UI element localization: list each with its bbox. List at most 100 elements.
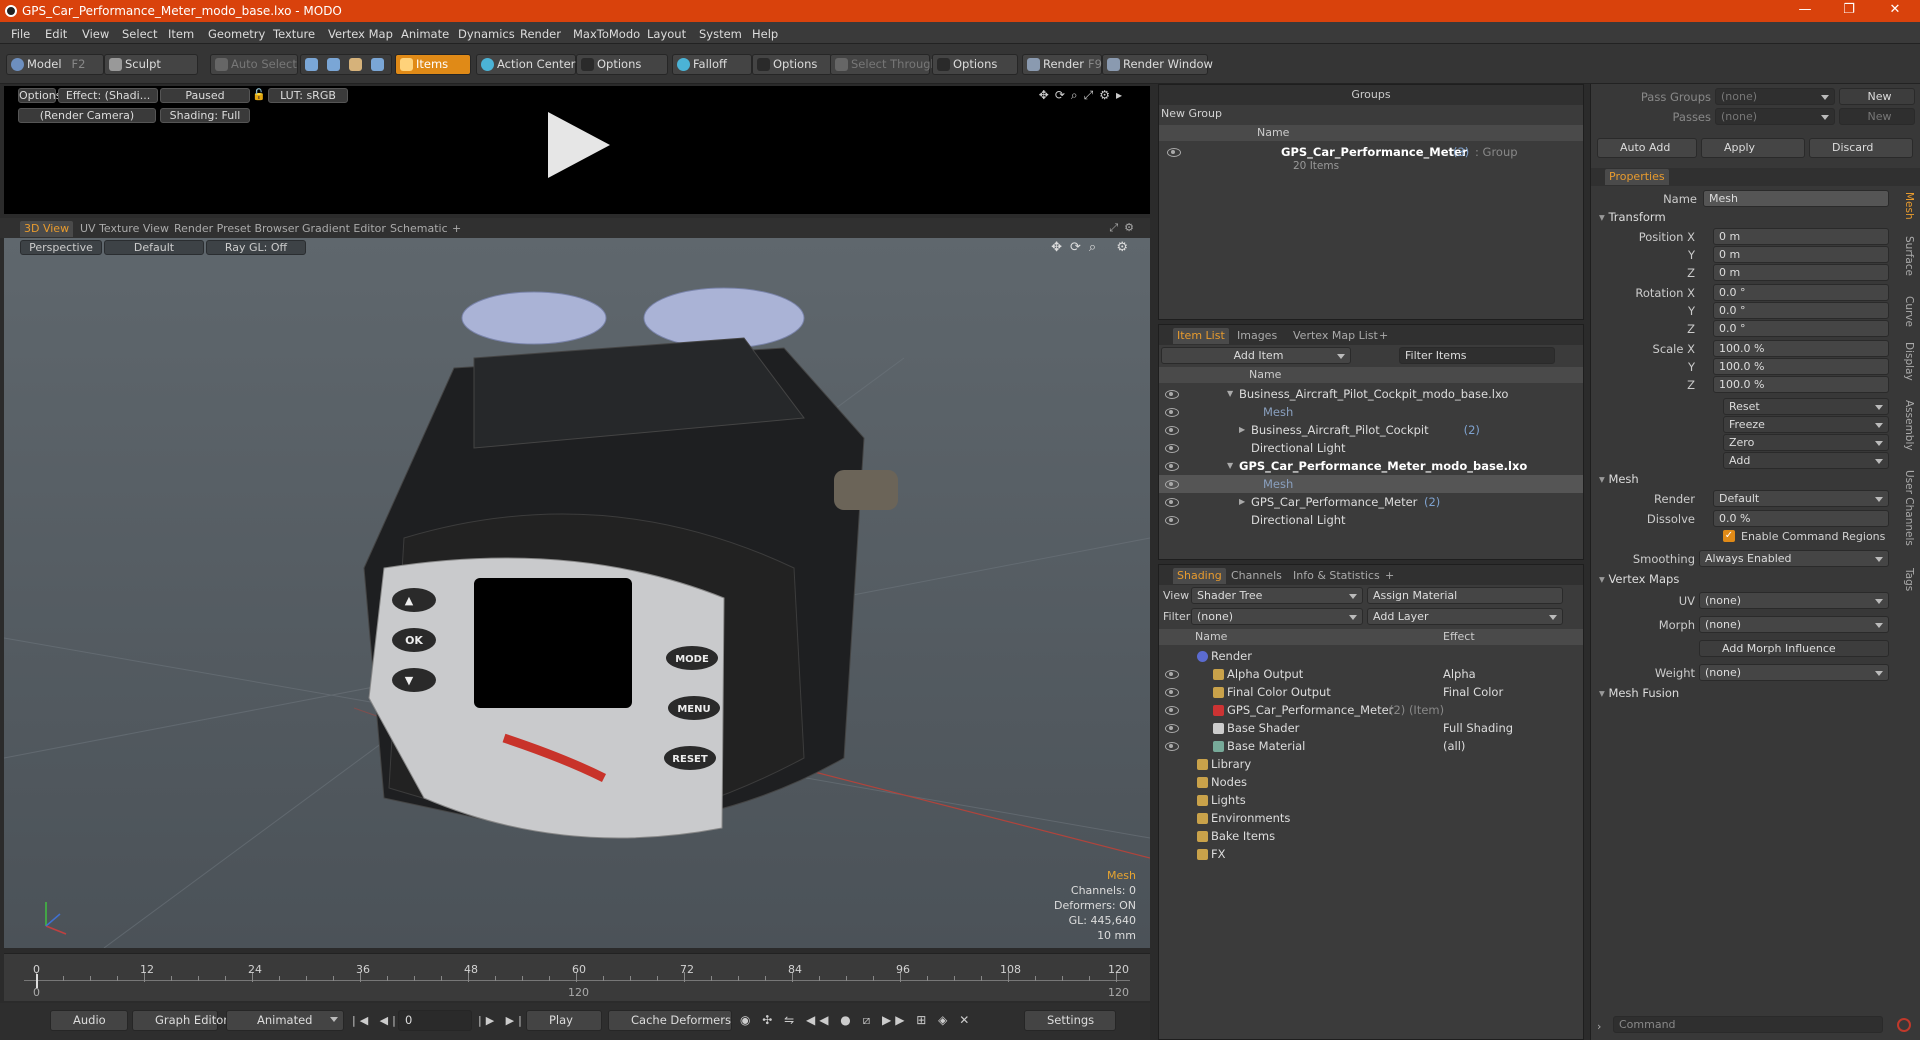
3d-viewport[interactable]: Perspective Default Ray GL: Off ✥⟳⌕ ⚙ ▲ … [4,238,1150,948]
auto-select-button[interactable]: Auto Select [210,54,298,75]
visibility-eye-icon[interactable] [1165,724,1179,733]
freeze-dropdown[interactable]: Freeze [1723,416,1889,433]
menu-help[interactable]: Help [752,27,778,41]
settings-button[interactable]: Settings [1024,1010,1116,1031]
add-tab-button[interactable]: + [1381,568,1398,584]
items-mode-button[interactable]: Items [395,54,471,75]
item-list-row[interactable]: ▼ Business_Aircraft_Pilot_Cockpit_modo_ba… [1159,385,1583,403]
collapse-arrow-icon[interactable]: ▶ [1239,493,1245,511]
scale-y-field[interactable]: 100.0 % [1713,358,1889,375]
shader-item-effect[interactable]: Full Shading [1443,719,1513,737]
preview-effect-dropdown[interactable]: Effect: (Shadi... [58,88,158,103]
add-tab-button[interactable]: + [448,221,465,237]
viewport-tab-icons[interactable]: ⤢⚙ [1109,221,1140,235]
reset-dropdown[interactable]: Reset [1723,398,1889,415]
current-frame-field[interactable]: 0 [398,1010,472,1031]
auto-add-button[interactable]: Auto Add [1597,138,1697,158]
preview-shading-dropdown[interactable]: Shading: Full [160,108,250,123]
tab-vertex-map-list[interactable]: Vertex Map List [1289,328,1382,344]
menu-view[interactable]: View [82,27,109,41]
tab-info-statistics[interactable]: Info & Statistics [1289,568,1384,584]
side-tab-curve[interactable]: Curve [1903,296,1915,327]
zero-dropdown[interactable]: Zero [1723,434,1889,451]
range-end[interactable]: 120 [1108,986,1129,999]
cache-deformers-button[interactable]: Cache Deformers [608,1010,732,1031]
shader-item-effect[interactable]: (all) [1443,737,1465,755]
action-center-button[interactable]: Action Center [476,54,576,75]
add-tab-button[interactable]: + [1375,328,1392,344]
view-dropdown[interactable]: Shader Tree [1191,587,1363,604]
shader-tree-row[interactable]: Base Shader Full Shading [1159,719,1583,737]
falloff-options-button[interactable]: Options [752,54,832,75]
mesh-section[interactable]: Mesh [1599,472,1638,486]
item-list-row[interactable]: ▶ Business_Aircraft_Pilot_Cockpit (2) [1159,421,1583,439]
select-options-button[interactable]: Options [932,54,1018,75]
visibility-eye-icon[interactable] [1165,390,1179,399]
next-key-icons[interactable]: |▶ ▶| [478,1014,526,1027]
shader-tree-row[interactable]: Base Material (all) [1159,737,1583,755]
morph-dropdown[interactable]: (none) [1699,616,1889,633]
polygons-mode-icon[interactable] [349,58,362,71]
visibility-eye-icon[interactable] [1165,480,1179,489]
side-tab-user-channels[interactable]: User Channels [1903,470,1915,546]
add-morph-influence-button[interactable]: Add Morph Influence [1699,640,1889,657]
visibility-eye-icon[interactable] [1165,426,1179,435]
action-center-options-button[interactable]: Options [576,54,668,75]
visibility-eye-icon[interactable] [1165,408,1179,417]
discard-button[interactable]: Discard [1809,138,1913,158]
apply-button[interactable]: Apply [1701,138,1805,158]
item-list-row[interactable]: Mesh [1159,403,1583,421]
tab-3d-view[interactable]: 3D View [20,221,74,237]
pass-groups-dropdown[interactable]: (none) [1715,88,1835,105]
add-layer-dropdown[interactable]: Add Layer [1367,608,1563,625]
tab-render-preset-browser[interactable]: Render Preset Browser [170,221,303,237]
shader-item-effect[interactable]: Alpha [1443,665,1476,683]
add-dropdown[interactable]: Add [1723,452,1889,469]
filter-dropdown[interactable]: (none) [1191,608,1363,625]
visibility-eye-icon[interactable] [1165,742,1179,751]
item-list-row[interactable]: ▶ GPS_Car_Performance_Meter (2) [1159,493,1583,511]
tab-item-list[interactable]: Item List [1173,328,1229,344]
menu-select[interactable]: Select [122,27,157,41]
menu-layout[interactable]: Layout [647,27,686,41]
item-list-row[interactable]: ▼ GPS_Car_Performance_Meter_modo_base.lxo [1159,457,1583,475]
menu-system[interactable]: System [699,27,742,41]
maximize-button[interactable]: ❐ [1834,2,1864,17]
menu-texture[interactable]: Texture [273,27,315,41]
visibility-eye-icon[interactable] [1165,444,1179,453]
passes-dropdown[interactable]: (none) [1715,108,1835,125]
scale-z-field[interactable]: 100.0 % [1713,376,1889,393]
tab-shading[interactable]: Shading [1173,568,1226,584]
shader-tree-row[interactable]: FX [1159,845,1583,863]
scale-x-field[interactable]: 100.0 % [1713,340,1889,357]
rotation-x-field[interactable]: 0.0 ° [1713,284,1889,301]
menu-edit[interactable]: Edit [45,27,67,41]
dissolve-field[interactable]: 0.0 % [1713,510,1889,527]
side-tab-display[interactable]: Display [1903,342,1915,381]
render-button[interactable]: Render F9 [1022,54,1102,75]
rotation-y-field[interactable]: 0.0 ° [1713,302,1889,319]
mesh-fusion-section[interactable]: Mesh Fusion [1599,686,1679,700]
assign-material-button[interactable]: Assign Material [1367,587,1563,604]
menu-animate[interactable]: Animate [401,27,449,41]
shader-tree-row[interactable]: GPS_Car_Performance_Meter (2) (Item) [1159,701,1583,719]
shader-item-effect[interactable]: Final Color [1443,683,1503,701]
menu-geometry[interactable]: Geometry [208,27,265,41]
new-group-button[interactable]: New Group [1161,107,1222,120]
vertices-mode-icon[interactable] [305,58,318,71]
graph-editor-button[interactable]: Graph Editor [132,1010,228,1031]
playhead[interactable] [36,974,38,988]
menu-render[interactable]: Render [520,27,561,41]
enable-command-regions-checkbox[interactable]: ✓ [1723,530,1735,542]
command-expand-icon[interactable]: › [1597,1020,1601,1033]
rotation-z-field[interactable]: 0.0 ° [1713,320,1889,337]
collapse-arrow-icon[interactable]: ▶ [1239,421,1245,439]
uv-dropdown[interactable]: (none) [1699,592,1889,609]
preview-lut-dropdown[interactable]: LUT: sRGB [268,88,348,103]
side-tab-tags[interactable]: Tags [1903,568,1915,591]
command-input[interactable]: Command [1613,1016,1883,1033]
shader-tree-row[interactable]: Lights [1159,791,1583,809]
vertex-maps-section[interactable]: Vertex Maps [1599,572,1679,586]
preview-camera-dropdown[interactable]: (Render Camera) [18,108,156,123]
menu-vertex-map[interactable]: Vertex Map [328,27,393,41]
